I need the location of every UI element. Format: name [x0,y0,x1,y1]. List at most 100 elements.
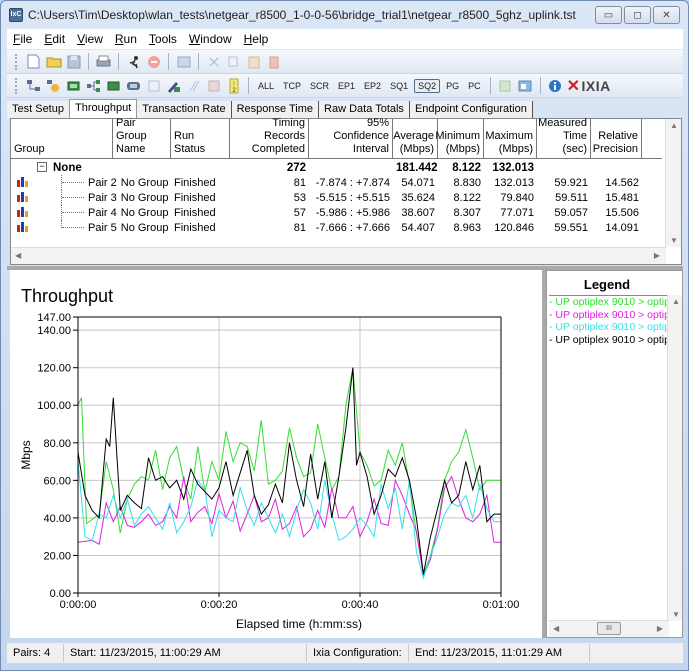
grid-vertical-scrollbar[interactable]: ▲ ▼ [665,119,681,247]
filter-pg-button[interactable]: PG [443,80,462,92]
legend-item-magenta[interactable]: - UP optiplex 9010 > optip [549,309,667,322]
paste-icon[interactable] [245,53,262,70]
filter-ep2-button[interactable]: EP2 [361,80,384,92]
filter-ep1-button[interactable]: EP1 [335,80,358,92]
title-bar[interactable]: IxC C:\Users\Tim\Desktop\wlan_tests\netg… [1,1,688,28]
status-bar: Pairs: 4 Start: 11/23/2015, 11:00:29 AM … [7,643,683,663]
minimize-button[interactable]: ▭ [595,6,622,24]
scroll-left-icon[interactable]: ◀ [553,624,559,633]
tab-throughput[interactable]: Throughput [68,99,138,118]
maximize-button[interactable]: ◻ [624,6,651,24]
col-timing-records[interactable]: Timing Records Completed [230,117,309,158]
close-button[interactable]: ✕ [653,6,680,24]
col-measured-time[interactable]: Measured Time (sec) [537,117,591,158]
run-icon[interactable] [125,53,142,70]
tree-connector [61,190,84,205]
tab-transaction-rate[interactable]: Transaction Rate [137,101,232,118]
menu-file[interactable]: File [7,32,38,46]
col-relative-precision[interactable]: Relative Precision [591,119,642,158]
collapse-icon[interactable]: − [37,162,47,172]
tab-raw-data-totals[interactable]: Raw Data Totals [319,101,410,118]
voip-pair-icon[interactable] [125,77,142,94]
legend-item-green[interactable]: - UP optiplex 9010 > optip [549,296,667,309]
scroll-right-icon[interactable]: ▶ [654,251,660,260]
open-folder-icon[interactable] [45,53,62,70]
menu-help[interactable]: Help [238,32,275,46]
col-minimum[interactable]: Minimum (Mbps) [435,119,484,158]
col-group[interactable]: Group [11,119,113,158]
tab-endpoint-configuration[interactable]: Endpoint Configuration [409,101,533,118]
pair-icon[interactable] [25,77,42,94]
col-confidence-interval[interactable]: 95% Confidence Interval [309,117,393,158]
chart-title: Throughput [21,286,113,306]
legend-item-cyan[interactable]: - UP optiplex 9010 > optip [549,321,667,334]
status-pairs: Pairs: 4 [7,644,64,662]
group-maximum: 132.013 [492,161,534,174]
scroll-left-icon[interactable]: ◀ [15,251,21,260]
toolbar-grip[interactable] [15,53,18,70]
col-maximum[interactable]: Maximum (Mbps) [484,119,537,158]
save-icon[interactable] [65,53,82,70]
group-pair-icon[interactable] [85,77,102,94]
window-layout-icon[interactable] [517,77,534,94]
scroll-up-icon[interactable]: ▲ [670,121,678,130]
menu-tools[interactable]: Tools [143,32,183,46]
filter-all-button[interactable]: ALL [255,80,277,92]
print-icon[interactable] [95,53,112,70]
priority-icon[interactable]: ! 2 [225,77,242,94]
filter-scr-button[interactable]: SCR [307,80,332,92]
cut-icon[interactable] [205,53,222,70]
legend-vertical-scrollbar[interactable]: ▲ ▼ [667,295,682,621]
swap-icon[interactable] [205,77,222,94]
minimum: 8.830 [453,176,481,189]
legend-horizontal-scrollbar[interactable]: ◀ III ▶ [549,620,669,637]
video-pair-icon[interactable] [105,77,122,94]
col-pair-group-name[interactable]: Pair Group Name [113,117,171,158]
toolbar-grip[interactable] [15,77,18,94]
col-average[interactable]: Average (Mbps) [393,119,438,158]
pair-label: Pair 4 [88,206,117,219]
scroll-right-icon[interactable]: ▶ [657,624,663,633]
filter-sq2-button[interactable]: SQ2 [414,78,441,93]
tab-test-setup[interactable]: Test Setup [7,101,69,118]
scroll-up-icon[interactable]: ▲ [672,297,680,306]
col-run-status[interactable]: Run Status [171,119,230,158]
scroll-thumb[interactable]: III [597,622,621,635]
toolbar-separator [248,77,249,94]
filter-pc-button[interactable]: PC [465,80,484,92]
legend-item-black[interactable]: - UP optiplex 9010 > optip [549,334,667,347]
table-row[interactable]: Pair 5 No Group Finished 81 -7.666 : +7.666 5… [11,220,666,235]
endpoint-icon[interactable] [65,77,82,94]
report-icon[interactable] [175,53,192,70]
scroll-down-icon[interactable]: ▼ [672,610,680,619]
app-script-icon[interactable] [165,77,182,94]
multicast-pair-icon[interactable] [45,77,62,94]
filter-tcp-button[interactable]: TCP [280,80,304,92]
series-line-3 [77,367,501,575]
toolbar-separator [168,53,169,70]
pair-chart-icon [17,177,28,187]
stop-icon[interactable] [145,53,162,70]
edit-icon[interactable] [145,77,162,94]
export-icon[interactable] [497,77,514,94]
delete-icon[interactable] [265,53,282,70]
menu-view[interactable]: View [71,32,109,46]
copy-icon[interactable] [225,53,242,70]
confidence-interval: -7.666 : +7.666 [315,221,390,234]
group-row[interactable]: − None 272 181.442 8.122 132.013 [11,160,666,175]
grid-horizontal-scrollbar[interactable]: ◀ ▶ [11,247,666,264]
table-row[interactable]: Pair 2 No Group Finished 81 -7.874 : +7.874 5… [11,175,666,190]
scroll-down-icon[interactable]: ▼ [670,236,678,245]
timing-records: 81 [293,221,306,234]
menu-run[interactable]: Run [109,32,143,46]
tab-response-time[interactable]: Response Time [231,101,320,118]
rename-icon[interactable] [185,77,202,94]
new-file-icon[interactable] [25,53,42,70]
menu-edit[interactable]: Edit [38,32,71,46]
pair-name: Pair 2 No Group [11,177,171,189]
table-row[interactable]: Pair 4 No Group Finished 57 -5.986 : +5.986 3… [11,205,666,220]
table-row[interactable]: Pair 3 No Group Finished 53 -5.515 : +5.515 3… [11,190,666,205]
info-icon[interactable] [547,77,564,94]
menu-window[interactable]: Window [183,32,238,46]
filter-sq1-button[interactable]: SQ1 [387,80,411,92]
